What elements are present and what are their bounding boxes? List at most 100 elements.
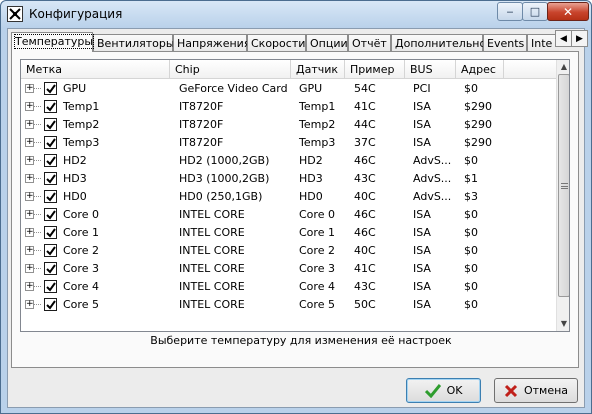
expand-icon[interactable]: + — [25, 174, 34, 183]
scroll-down-arrow-icon[interactable]: ▼ — [557, 317, 569, 331]
scroll-up-arrow-icon[interactable]: ▲ — [557, 60, 569, 74]
tab-fans[interactable]: Вентиляторы — [93, 34, 175, 52]
tab-events[interactable]: Events — [483, 34, 527, 52]
column-header-example[interactable]: Пример — [345, 60, 405, 79]
row-checkbox[interactable] — [44, 82, 57, 95]
cell-label: Core 3 — [63, 262, 99, 275]
expand-icon[interactable]: + — [25, 246, 34, 255]
maximize-icon: □ — [529, 5, 541, 18]
cell-sensor: Core 3 — [299, 262, 335, 275]
row-checkbox[interactable] — [44, 154, 57, 167]
cell-bus: ISA — [413, 298, 431, 311]
table-row[interactable]: + Temp2 IT8720F Temp2 44C ISA $290 — [21, 116, 556, 134]
column-header-bus[interactable]: BUS — [405, 60, 456, 79]
row-checkbox[interactable] — [44, 136, 57, 149]
cell-chip: INTEL CORE — [179, 298, 245, 311]
expand-icon[interactable]: + — [25, 210, 34, 219]
row-checkbox[interactable] — [44, 100, 57, 113]
expand-icon[interactable]: + — [25, 138, 34, 147]
cell-bus: ISA — [413, 226, 431, 239]
row-checkbox[interactable] — [44, 208, 57, 221]
grip-icon — [561, 183, 568, 189]
expand-icon[interactable]: + — [25, 120, 34, 129]
expand-icon[interactable]: + — [25, 264, 34, 273]
table-row[interactable]: + HD3 HD3 (1000,2GB) HD3 43C AdvS... $1 — [21, 170, 556, 188]
chevron-right-icon: ▶ — [576, 33, 583, 44]
tab-scroll-left-button[interactable]: ◀ — [555, 30, 572, 47]
cell-address: $1 — [464, 172, 478, 185]
cell-address: $3 — [464, 190, 478, 203]
column-header-chip[interactable]: Chip — [170, 60, 291, 79]
temperature-sensor-list[interactable]: Метка Chip Датчик Пример BUS Адрес + GPU G… — [20, 59, 570, 332]
tab-strip: Температуры Вентиляторы Напряжения Скоро… — [11, 32, 559, 52]
row-checkbox[interactable] — [44, 262, 57, 275]
tab-report[interactable]: Отчёт — [348, 34, 391, 52]
scrollbar-thumb[interactable] — [558, 74, 569, 297]
table-row[interactable]: + Core 3 INTEL CORE Core 3 41C ISA $0 — [21, 260, 556, 278]
cell-chip: INTEL CORE — [179, 208, 245, 221]
column-header-sensor[interactable]: Датчик — [291, 60, 345, 79]
ok-button[interactable]: OK — [406, 378, 481, 403]
row-checkbox[interactable] — [44, 226, 57, 239]
tab-temperatures[interactable]: Температуры — [11, 32, 95, 52]
vertical-scrollbar[interactable]: ▲ ▼ — [556, 60, 569, 331]
expand-icon[interactable]: + — [25, 228, 34, 237]
cell-example: 43C — [354, 280, 376, 293]
expand-icon[interactable]: + — [25, 300, 34, 309]
expand-icon[interactable]: + — [25, 156, 34, 165]
table-row[interactable]: + Core 2 INTEL CORE Core 2 40C ISA $0 — [21, 242, 556, 260]
tab-speeds[interactable]: Скорости — [247, 34, 306, 52]
row-checkbox[interactable] — [44, 244, 57, 257]
cell-sensor: GPU — [299, 82, 323, 95]
cell-sensor: HD2 — [299, 154, 323, 167]
expand-icon[interactable]: + — [25, 282, 34, 291]
cell-example: 54C — [354, 82, 376, 95]
cell-sensor: HD3 — [299, 172, 323, 185]
title-bar[interactable]: Конфигурация ‒ □ ✕ — [1, 1, 591, 28]
table-row[interactable]: + HD2 HD2 (1000,2GB) HD2 46C AdvS... $0 — [21, 152, 556, 170]
cell-label: Core 2 — [63, 244, 99, 257]
cell-sensor: Temp2 — [299, 118, 336, 131]
row-checkbox[interactable] — [44, 190, 57, 203]
maximize-button[interactable]: □ — [522, 2, 548, 21]
cancel-button[interactable]: Отмена — [494, 378, 578, 403]
checkmark-icon — [424, 383, 441, 398]
tab-advanced[interactable]: Дополнительно — [391, 34, 486, 52]
column-header-label[interactable]: Метка — [21, 60, 170, 79]
column-header-address[interactable]: Адрес — [456, 60, 504, 79]
expand-icon[interactable]: + — [25, 102, 34, 111]
table-row[interactable]: + Core 4 INTEL CORE Core 4 43C ISA $0 — [21, 278, 556, 296]
checkmark-icon — [45, 191, 56, 202]
cell-example: 43C — [354, 172, 376, 185]
tree-connector — [34, 214, 41, 215]
row-checkbox[interactable] — [44, 118, 57, 131]
expand-icon[interactable]: + — [25, 192, 34, 201]
cell-bus: ISA — [413, 244, 431, 257]
table-row[interactable]: + Temp3 IT8720F Temp3 37C ISA $290 — [21, 134, 556, 152]
tab-options[interactable]: Опции — [306, 34, 348, 52]
table-row[interactable]: + HD0 HD0 (250,1GB) HD0 40C AdvS... $3 — [21, 188, 556, 206]
tab-label: Вентиляторы — [97, 37, 175, 50]
tab-label: Events — [487, 37, 525, 50]
cell-address: $0 — [464, 280, 478, 293]
minimize-button[interactable]: ‒ — [497, 2, 523, 21]
table-row[interactable]: + Core 1 INTEL CORE Core 1 46C ISA $0 — [21, 224, 556, 242]
app-icon[interactable] — [7, 6, 23, 22]
close-button[interactable]: ✕ — [547, 2, 589, 21]
row-checkbox[interactable] — [44, 298, 57, 311]
cell-bus: AdvS... — [413, 154, 452, 167]
table-row[interactable]: + Core 0 INTEL CORE Core 0 46C ISA $0 — [21, 206, 556, 224]
table-row[interactable]: + Core 5 INTEL CORE Core 5 50C ISA $0 — [21, 296, 556, 314]
window-title: Конфигурация — [29, 7, 123, 21]
table-row[interactable]: + GPU GeForce Video Card GPU 54C PCI $0 — [21, 80, 556, 98]
chevron-left-icon: ◀ — [560, 33, 567, 44]
row-checkbox[interactable] — [44, 172, 57, 185]
expand-icon[interactable]: + — [25, 84, 34, 93]
tab-scroll-right-button[interactable]: ▶ — [571, 30, 588, 47]
row-checkbox[interactable] — [44, 280, 57, 293]
tab-voltages[interactable]: Напряжения — [173, 34, 250, 52]
tree-connector — [34, 196, 41, 197]
cell-bus: PCI — [413, 82, 431, 95]
table-row[interactable]: + Temp1 IT8720F Temp1 41C ISA $290 — [21, 98, 556, 116]
cell-example: 41C — [354, 100, 376, 113]
